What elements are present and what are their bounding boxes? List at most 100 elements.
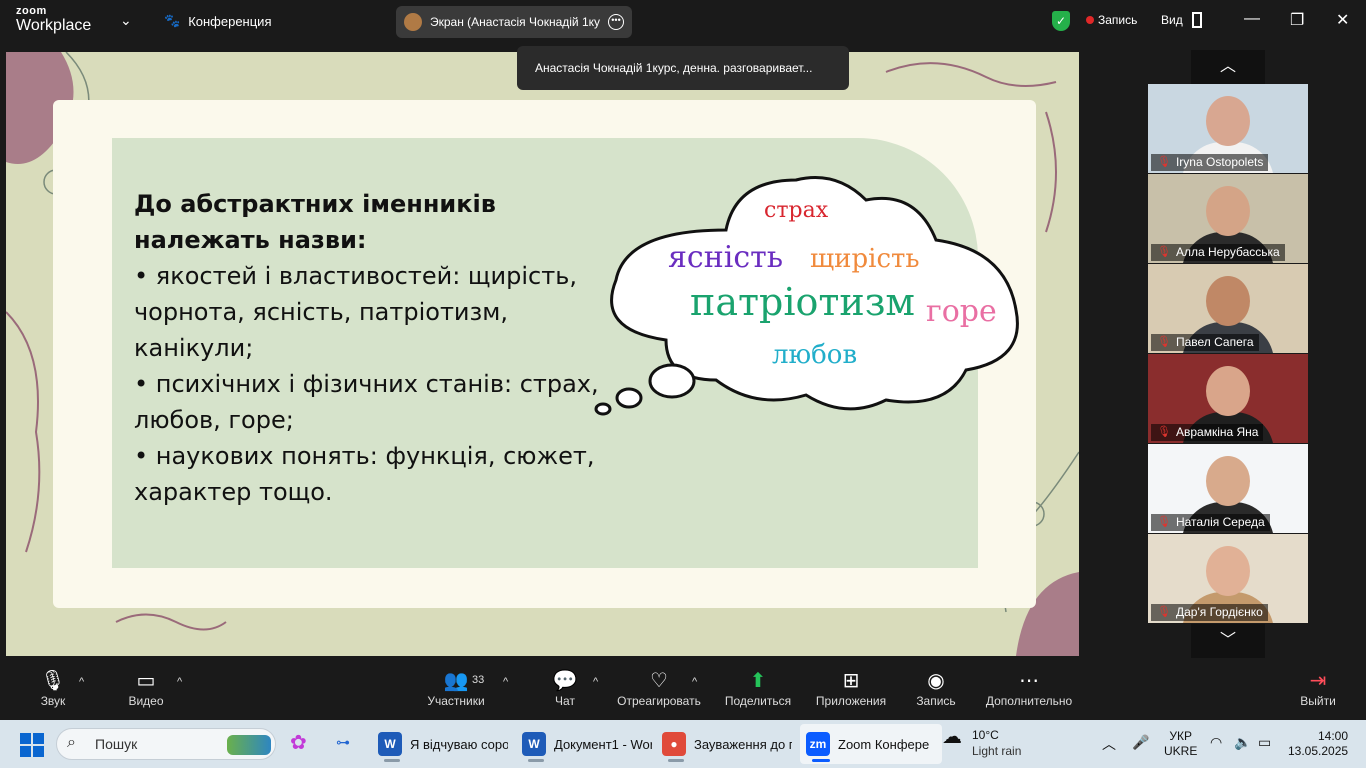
participant-tile[interactable]: 🎙 Аврамкіна Яна — [1148, 354, 1308, 443]
participant-tile[interactable]: 🎙 Павел Сапега — [1148, 264, 1308, 353]
view-button[interactable]: Вид — [1161, 13, 1183, 27]
share-label: Экран (Анастасія Чокнадій 1курс — [430, 15, 600, 29]
caret-up-icon[interactable]: ^ — [177, 676, 182, 688]
copilot-icon[interactable]: ✿ — [290, 730, 307, 755]
caret-up-icon[interactable]: ^ — [503, 676, 508, 688]
chat-button[interactable]: 💬 Чат — [550, 668, 580, 708]
settings-app-icon[interactable]: ⊶ — [336, 734, 350, 751]
apps-icon: ⊞ — [842, 670, 860, 692]
wifi-icon[interactable]: ◠ — [1210, 734, 1222, 751]
cloud-word: горе — [926, 294, 997, 329]
taskbar-app-label: Зауваження до г — [694, 736, 792, 752]
participant-name: Наталія Середа — [1175, 515, 1265, 529]
logo-brand: zoom — [16, 5, 47, 17]
search-highlight-image — [227, 735, 271, 755]
participants-count: 33 — [472, 674, 485, 686]
participant-tile[interactable]: 🎙 Наталія Середа — [1148, 444, 1308, 533]
leave-button[interactable]: ⇥ Выйти — [1298, 668, 1338, 708]
chevron-up-icon[interactable]: ︿ — [1102, 734, 1116, 754]
caret-up-icon[interactable]: ^ — [692, 676, 697, 688]
apps-label: Приложения — [815, 694, 887, 708]
participant-name: Павел Сапега — [1175, 335, 1254, 349]
logo-product: Workplace — [16, 17, 92, 34]
taskbar-app-button[interactable]: W Документ1 - Wor — [516, 724, 658, 764]
leave-label: Выйти — [1300, 694, 1336, 708]
app-icon: zm — [806, 732, 830, 756]
caret-up-icon[interactable]: ^ — [593, 676, 598, 688]
record-button[interactable]: ◉ Запись — [914, 668, 958, 708]
slide-line: чорнота, ясність, патріотизм, — [134, 298, 509, 326]
taskbar-app-button[interactable]: W Я відчуваю соро — [372, 724, 514, 764]
meeting-info-button[interactable]: 🐾 Конференция — [164, 13, 271, 29]
clock[interactable]: 14:00 13.05.2025 — [1288, 729, 1348, 759]
search-icon: ⌕ — [67, 734, 76, 751]
chevron-down-icon[interactable]: ⌄ — [120, 12, 132, 29]
battery-icon[interactable]: ▭ — [1258, 734, 1271, 751]
participant-tile[interactable]: 🎙 Дар'я Гордієнко — [1148, 534, 1308, 623]
app-icon: W — [522, 732, 546, 756]
chevron-up-icon[interactable]: ︿ — [1191, 50, 1265, 84]
slide-line: любов, горе; — [134, 406, 294, 434]
rain-cloud-icon: ☁ — [942, 726, 962, 748]
meeting-toolbar: 🎙 Звук ^ ▭ Видео ^ 👥 Участники 33 ^ 💬 Ча… — [0, 660, 1366, 720]
react-button[interactable]: ♡ Отреагировать — [616, 668, 702, 708]
recording-indicator[interactable]: Запись — [1098, 13, 1137, 27]
weather-temp: 10°C — [972, 728, 999, 742]
mic-muted-icon: 🎙 — [1157, 606, 1171, 618]
taskbar-app-button[interactable]: zm Zoom Конфере — [800, 724, 942, 764]
slide-line: канікули; — [134, 334, 254, 362]
share-screen-icon: ⬆ — [749, 670, 767, 692]
volume-icon[interactable]: 🔈 — [1234, 734, 1251, 751]
minimize-icon[interactable]: — — [1244, 10, 1260, 28]
participants-label: Участники — [427, 694, 485, 708]
participant-name-tag: 🎙 Дар'я Гордієнко — [1151, 604, 1268, 621]
participant-name-tag: 🎙 Аврамкіна Яна — [1151, 424, 1264, 441]
participant-name-tag: 🎙 Алла Нерубасська — [1151, 244, 1285, 261]
more-button[interactable]: ⋯ Дополнительно — [983, 668, 1075, 708]
mic-muted-icon: 🎙 — [1157, 516, 1171, 528]
language-indicator[interactable]: УКР UKRE — [1164, 729, 1197, 759]
apps-button[interactable]: ⊞ Приложения — [814, 668, 888, 708]
slide-line: характер тощо. — [134, 478, 333, 506]
meeting-title: Конференция — [188, 13, 272, 29]
participant-tile[interactable]: 🎙 Алла Нерубасська — [1148, 174, 1308, 263]
grid-icon[interactable] — [1192, 12, 1202, 28]
restore-icon[interactable]: ❐ — [1290, 10, 1304, 30]
mic-muted-icon: 🎙 — [40, 670, 66, 692]
screen-share-tab[interactable]: Экран (Анастасія Чокнадій 1курс ••• — [396, 6, 632, 38]
chevron-down-icon[interactable]: ﹀ — [1191, 624, 1265, 658]
mic-icon[interactable]: 🎤 — [1132, 734, 1149, 751]
lang-bottom: UKRE — [1164, 744, 1198, 758]
audio-button[interactable]: 🎙 Звук — [36, 668, 70, 708]
close-icon[interactable]: ✕ — [1336, 10, 1349, 30]
participant-name-tag: 🎙 Павел Сапега — [1151, 334, 1259, 351]
taskbar-app-button[interactable]: ● Зауваження до г — [656, 724, 798, 764]
participant-tile[interactable]: 🎙 Iryna Ostopolets — [1148, 84, 1308, 173]
cloud-word: ясність — [668, 240, 784, 275]
participant-name: Iryna Ostopolets — [1175, 155, 1264, 169]
mic-muted-icon: 🎙 — [1157, 156, 1171, 168]
avatar — [404, 13, 422, 31]
cloud-word: любов — [772, 340, 858, 370]
windows-taskbar: ⌕ Пошук ✿ ⊶ W Я відчуваю соро W Документ1 -… — [0, 720, 1366, 768]
zoom-logo: zoom Workplace — [16, 6, 91, 34]
lang-top: УКР — [1169, 729, 1192, 743]
slide-line: • наукових понять: функція, сюжет, — [134, 442, 595, 470]
participant-name: Аврамкіна Яна — [1175, 425, 1259, 439]
mic-muted-icon: 🎙 — [1157, 336, 1171, 348]
shield-icon[interactable]: ✓ — [1052, 11, 1070, 31]
shared-screen: До абстрактних іменників належать назви:… — [6, 52, 1079, 656]
record-icon: ◉ — [927, 670, 945, 692]
caret-up-icon[interactable]: ^ — [79, 676, 84, 688]
video-button[interactable]: ▭ Видео — [124, 668, 168, 708]
heart-icon: ♡ — [650, 670, 668, 692]
participant-name-tag: 🎙 Iryna Ostopolets — [1151, 154, 1269, 171]
more-label: Дополнительно — [985, 694, 1073, 708]
person-head — [1206, 546, 1250, 596]
windows-start-icon[interactable] — [20, 733, 44, 757]
running-indicator — [528, 759, 544, 762]
running-indicator — [812, 759, 830, 762]
taskbar-search[interactable]: ⌕ Пошук — [56, 728, 276, 760]
more-icon[interactable]: ••• — [608, 14, 624, 30]
share-button[interactable]: ⬆ Поделиться — [724, 668, 792, 708]
